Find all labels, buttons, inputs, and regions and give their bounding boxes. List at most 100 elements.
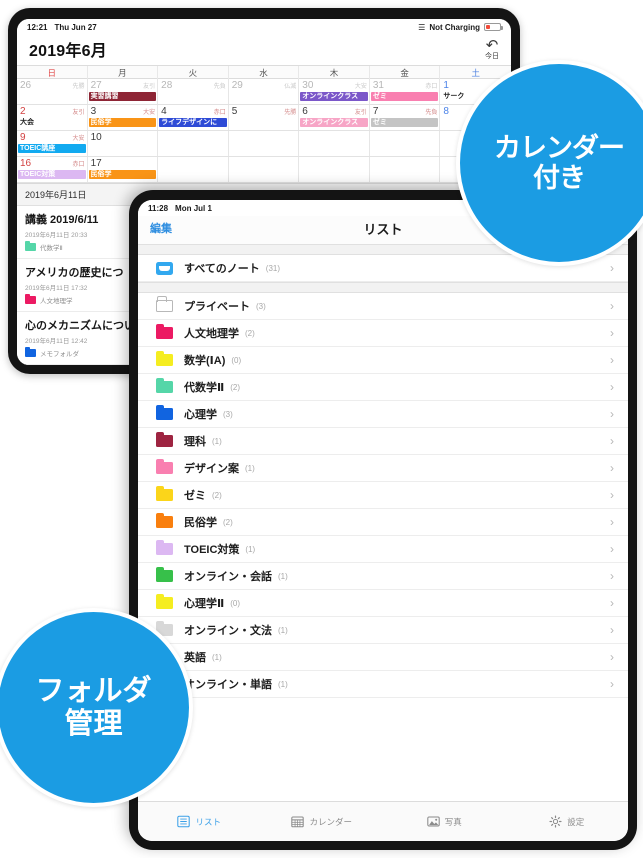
calendar-rokuyo-label: 友引 xyxy=(143,84,156,90)
calendar-day-number: 27 xyxy=(90,80,102,91)
calendar-grid[interactable]: 26 先勝 27 友引 実習講習 28 先負 29 仏滅 30 大安 オンラインクラス 31 赤口 ゼミ 1 サ… xyxy=(17,79,511,183)
list-item-folder[interactable]: 人文地理学 (2) › xyxy=(138,320,628,347)
weekday-header-2: 火 xyxy=(158,66,229,80)
calendar-day-cell[interactable]: 4 赤口 ライフデザインに xyxy=(158,105,229,130)
calendar-day-cell[interactable]: 2 友引 大会 xyxy=(17,105,88,130)
list-item-count: (2) xyxy=(245,328,255,338)
list-item-folder[interactable]: プライベート (3) › xyxy=(138,293,628,320)
status-time: 12:21 xyxy=(27,22,48,32)
list-item-count: (1) xyxy=(245,544,256,554)
calendar-rokuyo-label: 赤口 xyxy=(425,84,438,90)
list-item-folder[interactable]: 英語 (1) › xyxy=(138,644,628,671)
calendar-event[interactable]: TOEIC対策 xyxy=(18,170,86,179)
calendar-rokuyo-label: 大安 xyxy=(143,110,156,116)
folder-list[interactable]: すべてのノート (31) › プライベート (3) › 人文地理学 (2) › 数学(ⅠA)… xyxy=(138,244,628,801)
calendar-day-cell[interactable] xyxy=(229,131,300,156)
calendar-day-cell[interactable]: 30 大安 オンラインクラス xyxy=(299,79,370,104)
tab-photo[interactable]: 写真 xyxy=(383,815,506,828)
list-icon xyxy=(177,815,191,828)
calendar-day-cell[interactable]: 6 友引 オンラインクラス xyxy=(299,105,370,130)
list-item-label: 人文地理学 xyxy=(184,328,239,340)
list-item-folder[interactable]: 代数学Ⅱ (2) › xyxy=(138,374,628,401)
calendar-day-cell[interactable]: 28 先負 xyxy=(158,79,229,104)
calendar-day-number: 16 xyxy=(20,158,32,169)
tab-label: 写真 xyxy=(444,816,462,827)
edit-button[interactable]: 編集 xyxy=(150,220,172,236)
calendar-day-cell[interactable]: 26 先勝 xyxy=(17,79,88,104)
tab-bar[interactable]: リスト カレンダー 写真 設定 xyxy=(138,801,628,841)
calendar-day-cell[interactable] xyxy=(158,157,229,182)
calendar-event[interactable]: 民俗学 xyxy=(88,170,157,179)
calendar-week-row: 26 先勝 27 友引 実習講習 28 先負 29 仏滅 30 大安 オンラインクラス 31 赤口 ゼミ 1 サ… xyxy=(17,79,511,105)
calendar-event[interactable]: 大会 xyxy=(18,118,86,127)
folder-icon xyxy=(25,294,36,304)
list-item-count: (1) xyxy=(212,436,222,446)
calendar-day-cell[interactable]: 3 大安 民俗学 xyxy=(88,105,159,130)
list-item-folder[interactable]: オンライン・単語 (1) › xyxy=(138,671,628,698)
calendar-event[interactable]: オンラインクラス xyxy=(300,118,368,127)
calendar-day-cell[interactable]: 29 仏滅 xyxy=(229,79,300,104)
folder-icon xyxy=(156,378,173,393)
list-item-label: デザイン案 xyxy=(184,463,239,475)
calendar-day-number: 5 xyxy=(231,106,238,117)
inbox-icon xyxy=(156,261,173,275)
calendar-day-cell[interactable]: 27 友引実習講習 xyxy=(88,79,159,104)
chevron-right-icon: › xyxy=(610,461,614,475)
calendar-day-cell[interactable]: 5 先勝 xyxy=(229,105,300,130)
calendar-event[interactable]: ライフデザインに xyxy=(159,118,227,127)
note-folder-name: 代数学Ⅱ xyxy=(40,245,63,252)
list-item-folder[interactable]: TOEIC対策 (1) › xyxy=(138,536,628,563)
calendar-day-cell[interactable] xyxy=(370,157,441,182)
calendar-day-cell[interactable]: 7 先負 ゼミ xyxy=(370,105,441,130)
folder-icon xyxy=(156,432,173,447)
list-item-folder[interactable]: 数学(ⅠA) (0) › xyxy=(138,347,628,374)
chevron-right-icon: › xyxy=(610,326,614,340)
chevron-right-icon: › xyxy=(610,650,614,664)
calendar-day-cell[interactable]: 17 民俗学 xyxy=(88,157,159,182)
weekday-header-3: 水 xyxy=(229,66,300,80)
list-item-count: (0) xyxy=(231,355,242,365)
chevron-right-icon: › xyxy=(610,623,614,637)
calendar-day-cell[interactable]: 16 赤口 TOEIC対策 xyxy=(17,157,88,182)
calendar-event[interactable]: ゼミ xyxy=(370,118,439,127)
list-item-count: (0) xyxy=(230,598,241,608)
calendar-event[interactable]: TOEIC講座 xyxy=(18,144,86,153)
chevron-right-icon: › xyxy=(610,261,614,275)
list-item-count: (2) xyxy=(212,490,222,500)
list-item-folder[interactable]: オンライン・文法 (1) › xyxy=(138,617,628,644)
calendar-event[interactable]: 実習講習 xyxy=(88,92,157,101)
calendar-rokuyo-label: 仏滅 xyxy=(284,84,297,90)
list-item-folder[interactable]: 心理学 (3) › xyxy=(138,401,628,428)
calendar-event[interactable]: オンラインクラス xyxy=(300,92,368,101)
tab-gear[interactable]: 設定 xyxy=(506,815,629,828)
list-item-folder[interactable]: デザイン案 (1) › xyxy=(138,455,628,482)
list-item-count: (3) xyxy=(256,301,266,311)
list-item-label: オンライン・文法 xyxy=(184,625,272,637)
list-item-folder[interactable]: 心理学Ⅱ (0) › xyxy=(138,590,628,617)
gear-icon xyxy=(549,815,562,828)
calendar-day-number: 29 xyxy=(231,80,243,91)
tab-list[interactable]: リスト xyxy=(138,815,261,828)
list-item-folder[interactable]: オンライン・会話 (1) › xyxy=(138,563,628,590)
calendar-day-cell[interactable] xyxy=(370,131,441,156)
folder-icon xyxy=(156,459,173,474)
calendar-rokuyo-label: 大安 xyxy=(72,136,85,142)
calendar-day-cell[interactable] xyxy=(158,131,229,156)
list-item-label: TOEIC対策 xyxy=(184,544,240,556)
tab-calendar[interactable]: カレンダー xyxy=(261,815,384,828)
folder-icon xyxy=(156,567,173,582)
calendar-event[interactable]: 民俗学 xyxy=(88,118,157,127)
today-button[interactable]: ↶ 今日 xyxy=(485,38,499,61)
list-item-label: オンライン・単語 xyxy=(184,679,272,691)
list-item-folder[interactable]: 民俗学 (2) › xyxy=(138,509,628,536)
calendar-day-cell[interactable]: 10 xyxy=(88,131,159,156)
calendar-event[interactable]: ゼミ xyxy=(370,92,439,101)
chevron-right-icon: › xyxy=(610,677,614,691)
calendar-day-cell[interactable] xyxy=(229,157,300,182)
calendar-day-cell[interactable]: 9 大安 TOEIC講座 xyxy=(17,131,88,156)
list-item-folder[interactable]: 理科 (1) › xyxy=(138,428,628,455)
calendar-day-cell[interactable] xyxy=(299,131,370,156)
calendar-day-cell[interactable]: 31 赤口 ゼミ xyxy=(370,79,441,104)
list-item-folder[interactable]: ゼミ (2) › xyxy=(138,482,628,509)
calendar-day-cell[interactable] xyxy=(299,157,370,182)
